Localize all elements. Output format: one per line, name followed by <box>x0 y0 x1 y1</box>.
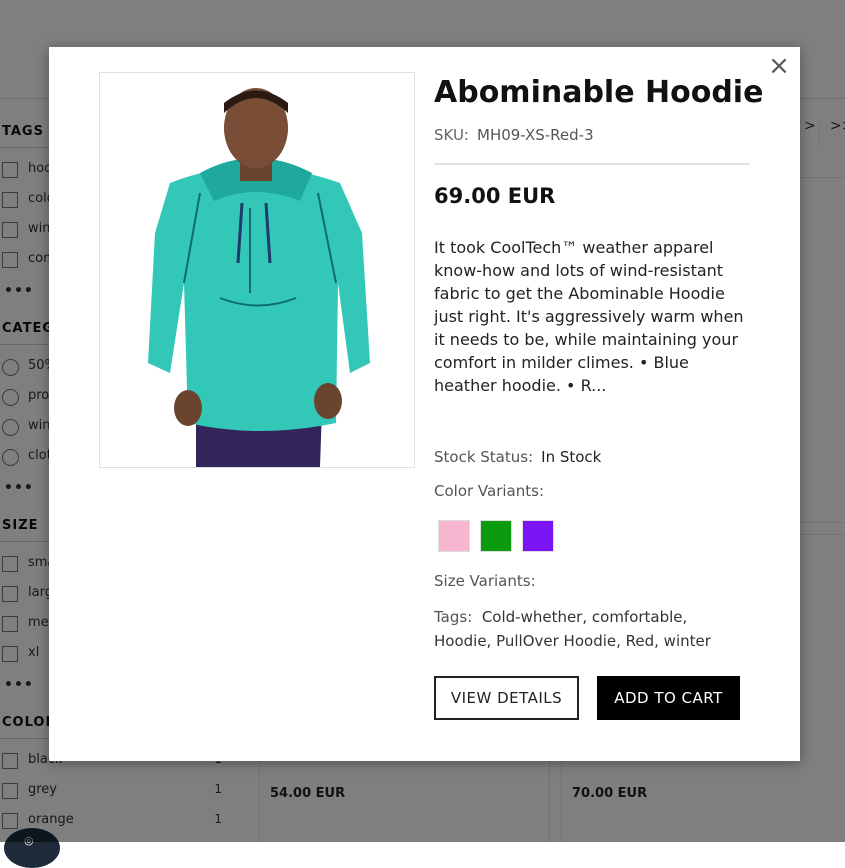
stock-status-value: In Stock <box>541 448 602 466</box>
product-price: 69.00 EUR <box>434 184 556 208</box>
tags-list[interactable]: Hoodie, PullOver Hoodie, Red, winter <box>434 632 711 650</box>
quick-view-modal: × Abominable Hoodie SKU: MH09-XS-Red-3 6… <box>49 47 800 761</box>
product-image <box>99 72 415 468</box>
divider <box>434 163 750 165</box>
sku-value: MH09-XS-Red-3 <box>477 126 594 144</box>
sku-label: SKU: <box>434 126 469 144</box>
color-swatch-green[interactable] <box>480 520 512 552</box>
tags-list[interactable]: Cold-whether, comfortable, <box>482 608 688 626</box>
product-description: It took CoolTech™ weather apparel know-h… <box>434 238 744 395</box>
view-details-button[interactable]: VIEW DETAILS <box>434 676 579 720</box>
hoodie-model-image <box>100 73 414 467</box>
color-swatch-purple[interactable] <box>522 520 554 552</box>
stock-status: Stock Status: In Stock <box>434 448 601 466</box>
close-icon[interactable]: × <box>766 53 792 79</box>
color-swatch-pink[interactable] <box>438 520 470 552</box>
add-to-cart-button[interactable]: ADD TO CART <box>597 676 740 720</box>
color-variants-label: Color Variants: <box>434 482 545 500</box>
size-variants-label: Size Variants: <box>434 572 536 590</box>
product-tags: Tags: Cold-whether, comfortable, Hoodie,… <box>434 605 754 653</box>
stock-status-label: Stock Status: <box>434 448 534 466</box>
product-title: Abominable Hoodie <box>434 75 764 110</box>
tags-label: Tags: <box>434 608 473 626</box>
product-sku: SKU: MH09-XS-Red-3 <box>434 126 594 144</box>
